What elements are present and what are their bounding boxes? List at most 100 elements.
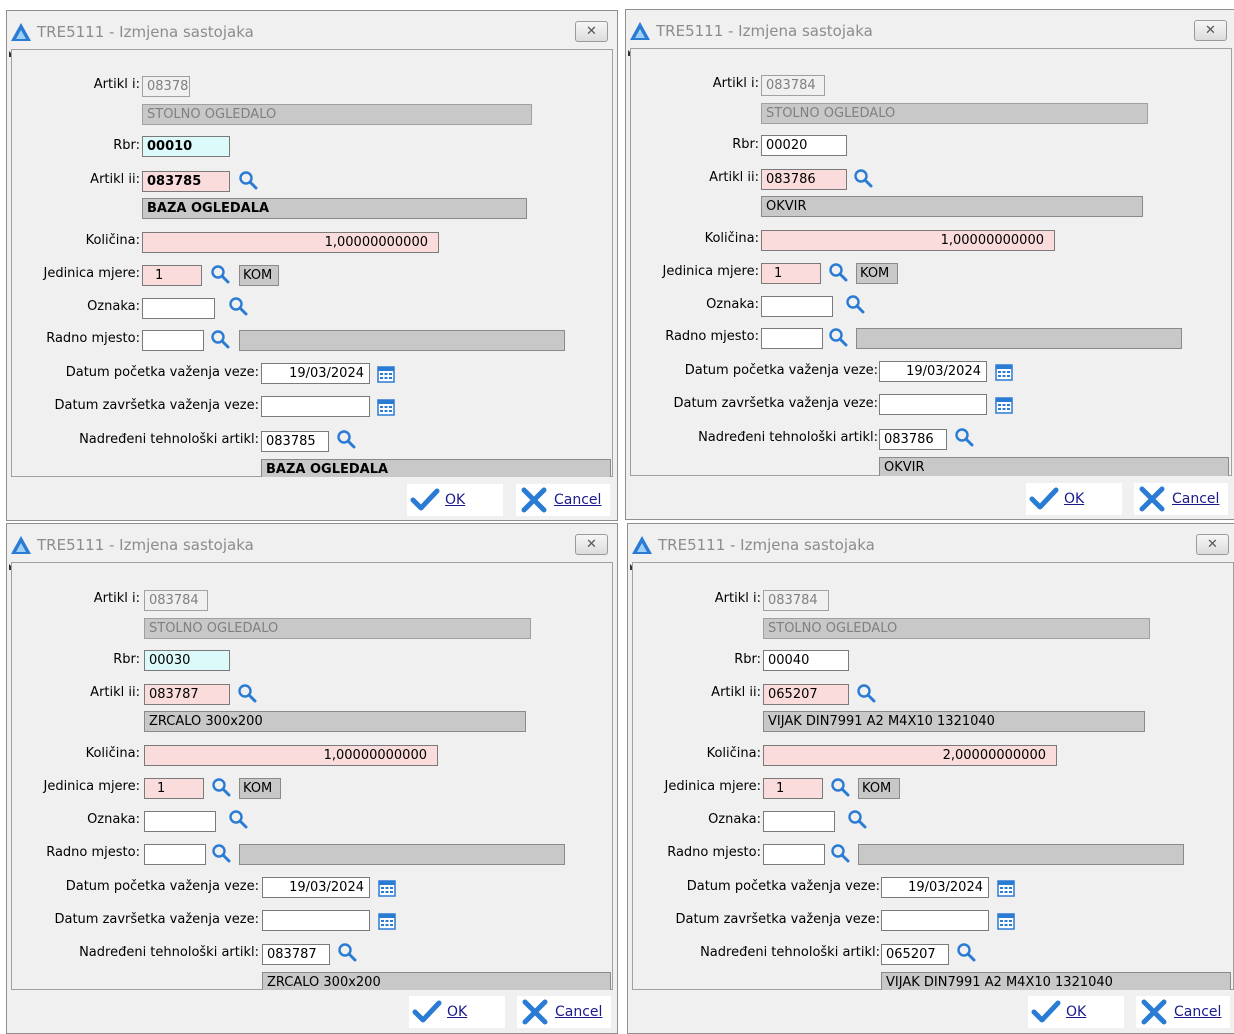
search-icon[interactable] (828, 327, 848, 347)
close-button[interactable]: ✕ (1194, 20, 1227, 41)
artikl-ii-code-input[interactable]: 083786 (761, 169, 847, 190)
jedinica-mjere-input[interactable]: 1 (761, 263, 821, 284)
calendar-icon[interactable] (376, 364, 396, 384)
label-artikl-ii: Artikl ii: (711, 685, 761, 700)
ok-button[interactable]: OK (1028, 996, 1124, 1028)
kolicina-input[interactable]: 1,00000000000 (761, 230, 1055, 251)
jedinica-mjere-input[interactable]: 1 (144, 778, 204, 799)
radno-mjesto-name-field (239, 844, 565, 865)
label-oznaka: Oznaka: (87, 812, 140, 827)
unit-label-field: KOM (856, 263, 898, 284)
label-radno-mjesto: Radno mjesto: (46, 845, 140, 860)
radno-mjesto-input[interactable] (761, 328, 823, 349)
cancel-button[interactable]: Cancel (516, 484, 610, 516)
close-button[interactable]: ✕ (575, 534, 608, 555)
oznaka-input[interactable] (144, 811, 216, 832)
cancel-label: Cancel (1174, 1004, 1222, 1020)
close-button[interactable]: ✕ (1196, 534, 1229, 555)
cancel-button[interactable]: Cancel (1134, 483, 1228, 515)
search-icon[interactable] (954, 427, 974, 447)
calendar-icon[interactable] (996, 911, 1016, 931)
calendar-icon[interactable] (996, 878, 1016, 898)
jedinica-mjere-input[interactable]: 1 (763, 778, 823, 799)
datum-zavrsetka-input[interactable] (879, 394, 987, 415)
label-nadredeni: Nadređeni tehnološki artikl: (79, 432, 259, 447)
ok-button[interactable]: OK (409, 996, 505, 1028)
search-icon[interactable] (228, 809, 248, 829)
window-title: TRE5111 - Izmjena sastojaka (658, 536, 875, 554)
label-artikl-ii: Artikl ii: (90, 685, 140, 700)
search-icon[interactable] (228, 296, 248, 316)
nadredeni-code-input[interactable]: 083786 (879, 429, 947, 450)
datum-pocetka-input[interactable]: 19/03/2024 (881, 877, 989, 898)
cancel-button[interactable]: Cancel (517, 996, 611, 1028)
search-icon[interactable] (845, 294, 865, 314)
calendar-icon[interactable] (994, 362, 1014, 382)
jedinica-mjere-input[interactable]: 1 (142, 265, 202, 286)
ok-button[interactable]: OK (407, 484, 503, 516)
label-rbr: Rbr: (113, 138, 140, 153)
cancel-button[interactable]: Cancel (1136, 996, 1230, 1028)
window-title: TRE5111 - Izmjena sastojaka (656, 22, 873, 40)
artikl-ii-code-input[interactable]: 065207 (763, 684, 849, 705)
oznaka-input[interactable] (763, 811, 835, 832)
oznaka-input[interactable] (761, 296, 833, 317)
datum-pocetka-input[interactable]: 19/03/2024 (261, 363, 370, 384)
search-icon[interactable] (856, 683, 876, 703)
kolicina-input[interactable]: 2,00000000000 (763, 745, 1057, 766)
rbr-input[interactable]: 00040 (763, 650, 849, 671)
artikl-ii-code-input[interactable]: 083787 (144, 684, 230, 705)
datum-pocetka-input[interactable]: 19/03/2024 (262, 877, 370, 898)
kolicina-input[interactable]: 1,00000000000 (142, 232, 439, 253)
datum-pocetka-input[interactable]: 19/03/2024 (879, 361, 987, 382)
calendar-icon[interactable] (377, 911, 397, 931)
search-icon[interactable] (853, 168, 873, 188)
rbr-input[interactable]: 00030 (144, 650, 230, 671)
search-icon[interactable] (238, 170, 258, 190)
label-radno-mjesto: Radno mjesto: (667, 845, 761, 860)
search-icon[interactable] (211, 777, 231, 797)
artikl-ii-code-input[interactable]: 083785 (142, 171, 230, 192)
close-button[interactable]: ✕ (575, 21, 608, 42)
rbr-input[interactable]: 00020 (761, 135, 847, 156)
search-icon[interactable] (847, 809, 867, 829)
label-datum-zavrsetka: Datum završetka važenja veze: (54, 398, 259, 413)
calendar-icon[interactable] (377, 878, 397, 898)
search-icon[interactable] (336, 429, 356, 449)
nadredeni-code-input[interactable]: 065207 (881, 944, 949, 965)
search-icon[interactable] (237, 683, 257, 703)
cancel-x-icon (522, 999, 548, 1025)
radno-mjesto-name-field (239, 330, 565, 351)
radno-mjesto-input[interactable] (142, 330, 204, 351)
datum-zavrsetka-input[interactable] (262, 910, 370, 931)
calendar-icon[interactable] (376, 397, 396, 417)
search-icon[interactable] (830, 843, 850, 863)
rbr-input[interactable]: 00010 (142, 136, 230, 157)
search-icon[interactable] (956, 942, 976, 962)
search-icon[interactable] (828, 262, 848, 282)
label-nadredeni: Nadređeni tehnološki artikl: (698, 430, 878, 445)
nadredeni-name-field: OKVIR (879, 457, 1229, 478)
label-jedinica-mjere: Jedinica mjere: (43, 266, 140, 281)
datum-zavrsetka-input[interactable] (881, 910, 989, 931)
radno-mjesto-input[interactable] (144, 844, 206, 865)
radno-mjesto-input[interactable] (763, 844, 825, 865)
label-datum-zavrsetka: Datum završetka važenja veze: (673, 396, 878, 411)
oznaka-input[interactable] (142, 298, 215, 319)
nadredeni-code-input[interactable]: 083785 (261, 431, 329, 452)
kolicina-input[interactable]: 1,00000000000 (144, 745, 438, 766)
search-icon[interactable] (211, 843, 231, 863)
search-icon[interactable] (210, 329, 230, 349)
search-icon[interactable] (210, 264, 230, 284)
search-icon[interactable] (337, 942, 357, 962)
ok-label: OK (1064, 491, 1085, 507)
label-oznaka: Oznaka: (87, 299, 140, 314)
label-kolicina: Količina: (706, 746, 761, 761)
nadredeni-code-input[interactable]: 083787 (262, 944, 330, 965)
form-panel: Artikl i: 083784 STOLNO OGLEDALO Rbr: 00… (632, 562, 1234, 993)
ok-button[interactable]: OK (1026, 483, 1122, 515)
search-icon[interactable] (830, 777, 850, 797)
datum-zavrsetka-input[interactable] (261, 396, 370, 417)
cancel-label: Cancel (555, 1004, 603, 1020)
calendar-icon[interactable] (994, 395, 1014, 415)
